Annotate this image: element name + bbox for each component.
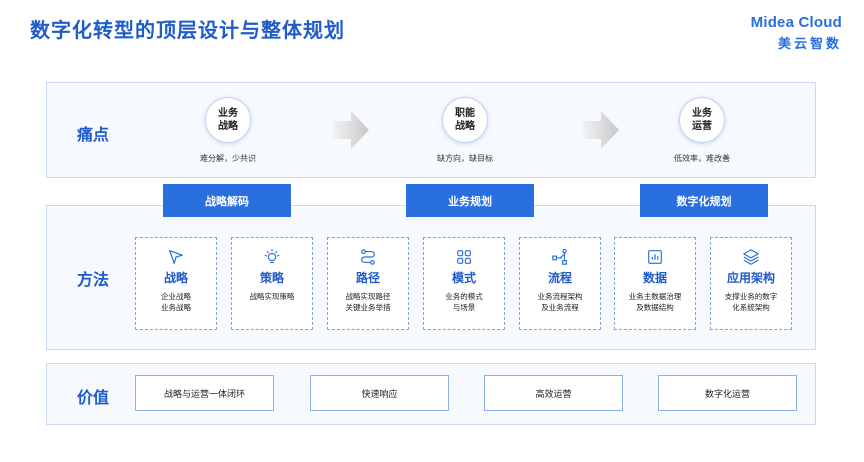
method-card-data: 数据 业务主数据治理 及数据结构 [614,237,696,330]
card-description: 业务流程架构 及业务流程 [537,292,583,312]
banner-strategy-decoding: 战略解码 [163,184,291,217]
flow-icon [552,248,567,265]
banner-digital-planning: 数字化规划 [640,184,768,217]
card-description: 业务的模式 与场景 [445,292,483,312]
pain-item-business-strategy: 业务战略 难分解，少共识 [173,83,283,164]
card-title: 战略 [163,271,188,285]
layers-icon [743,249,759,265]
pain-description: 难分解，少共识 [200,154,256,163]
pain-row-label: 痛点 [77,125,110,144]
route-icon [361,249,375,265]
arrow-right-icon [583,111,619,149]
page-title: 数字化转型的顶层设计与整体规划 [30,18,345,42]
card-description: 战略实现策略 [249,292,295,301]
card-description: 企业战略 业务战略 [161,292,191,312]
logo-text-en: Midea Cloud [750,14,842,31]
card-title: 路径 [355,271,380,285]
pain-points-row: 痛点 业务战略 难分解，少共识 职能战略 缺方向，缺目标 业务运营 低效率，难改… [46,82,816,178]
pain-circle: 业务运营 [679,97,725,143]
method-card-path: 路径 战略实现路径 关键业务举措 [327,237,409,330]
value-row-label: 价值 [77,388,110,407]
pain-description: 低效率，难改善 [674,154,730,163]
method-card-strategy: 战略 企业战略 业务战略 [135,237,217,330]
pain-description: 缺方向，缺目标 [437,154,493,163]
method-card-app-architecture: 应用架构 支撑业务的数字 化系统架构 [710,237,792,330]
brand-logo: Midea Cloud 美云智数 [751,14,842,52]
arrow-right-icon [333,111,369,149]
pain-circle: 业务战略 [205,97,251,143]
value-item-fast-response: 快速响应 [310,375,449,411]
method-card-model: 模式 业务的模式 与场景 [423,237,505,330]
card-title: 应用架构 [726,271,775,285]
method-row-label: 方法 [77,270,110,289]
banner-business-planning: 业务规划 [406,184,534,217]
pain-circle: 职能战略 [442,97,488,143]
card-title: 模式 [451,271,476,285]
card-description: 支撑业务的数字 化系统架构 [724,292,778,312]
pain-item-business-operation: 业务运营 低效率，难改善 [647,83,757,164]
method-card-tactics: 策略 战略实现策略 [231,237,313,330]
value-item-efficient-operation: 高效运营 [484,375,623,411]
method-card-process: 流程 业务流程架构 及业务流程 [519,237,601,330]
card-title: 数据 [642,271,667,285]
value-item-closed-loop: 战略与运营一体闭环 [135,375,274,411]
card-description: 业务主数据治理 及数据结构 [628,292,682,312]
lightbulb-icon [264,248,280,263]
grid-icon [457,250,471,264]
card-title: 流程 [547,271,572,285]
value-item-digital-operation: 数字化运营 [658,375,797,411]
pain-item-functional-strategy: 职能战略 缺方向，缺目标 [410,83,520,164]
card-description: 战略实现路径 关键业务举措 [345,292,391,312]
logo-text-zh: 美云智数 [777,37,842,52]
send-icon [169,250,183,264]
chart-icon [648,250,662,264]
card-title: 策略 [259,271,284,285]
